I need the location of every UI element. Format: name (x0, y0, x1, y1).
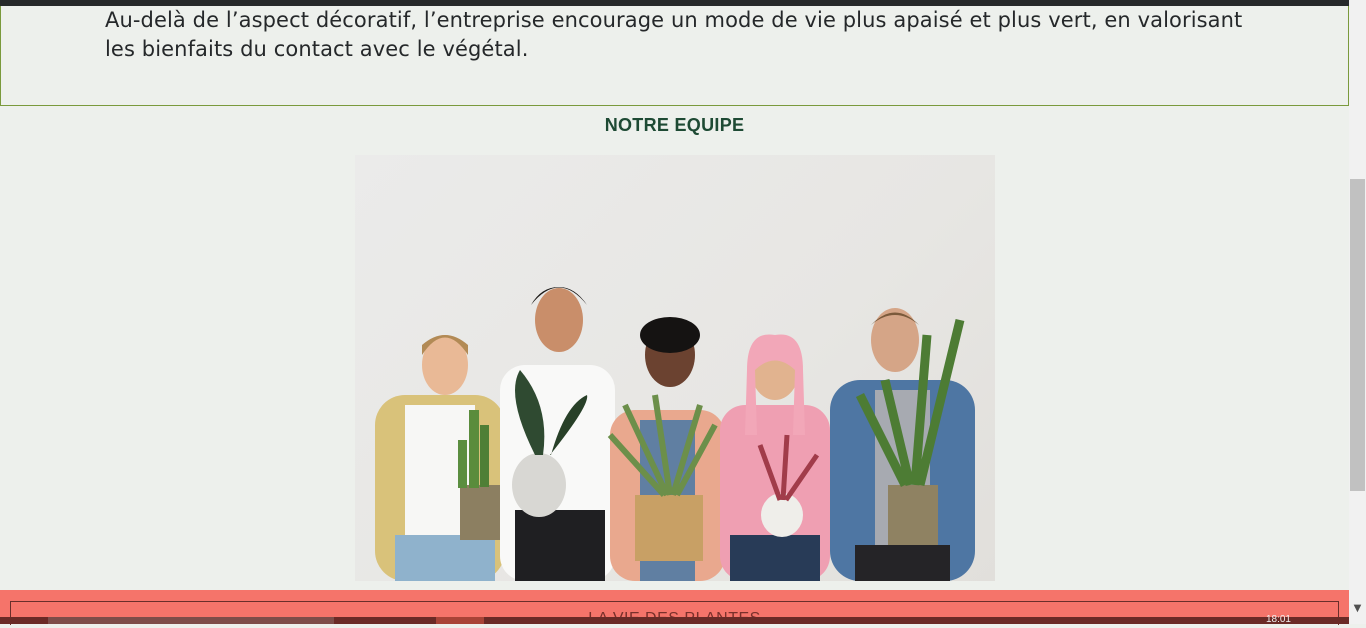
intro-paragraph: Au-delà de l’aspect décoratif, l’entrepr… (105, 8, 1243, 61)
clock-text: 18:01 (1265, 614, 1291, 625)
taskbar-item[interactable] (48, 617, 334, 624)
team-photo (355, 155, 995, 581)
person-2 (500, 287, 615, 581)
person-4 (720, 334, 830, 581)
team-illustration (375, 287, 975, 581)
taskbar-item[interactable] (436, 617, 484, 624)
scrollbar-thumb[interactable] (1350, 179, 1365, 491)
person-5 (830, 308, 975, 581)
team-section-title: NOTRE EQUIPE (604, 115, 745, 135)
bottom-taskbar-strip: 18:01 (0, 614, 1349, 625)
intro-section: Au-delà de l’aspect décoratif, l’entrepr… (0, 6, 1349, 106)
scroll-down-arrow-icon[interactable]: ▼ (1349, 600, 1366, 617)
person-1 (375, 335, 505, 581)
person-3 (607, 317, 725, 581)
vertical-scrollbar[interactable]: ▼ (1349, 0, 1366, 624)
